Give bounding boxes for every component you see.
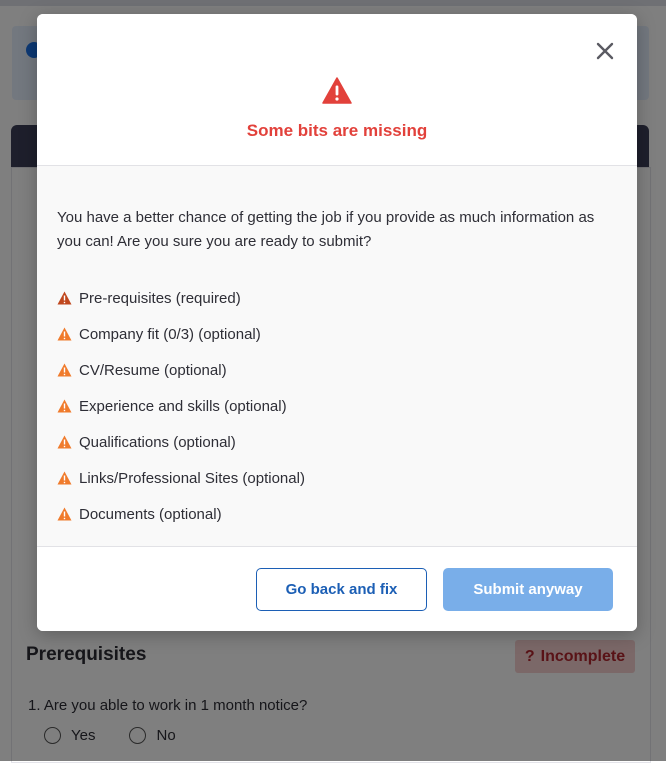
dialog-body: You have a better chance of getting the … <box>57 206 617 523</box>
missing-item: Documents (optional) <box>57 496 305 532</box>
warning-icon <box>57 435 72 449</box>
missing-info-dialog: Some bits are missing You have a better … <box>37 14 637 631</box>
missing-item: CV/Resume (optional) <box>57 352 305 388</box>
missing-item-label: Experience and skills (optional) <box>79 397 287 415</box>
close-icon[interactable] <box>593 39 617 63</box>
warning-icon <box>57 327 72 341</box>
submit-anyway-button[interactable]: Submit anyway <box>443 568 613 611</box>
missing-item: Experience and skills (optional) <box>57 388 305 424</box>
missing-item-label: Company fit (0/3) (optional) <box>79 325 261 343</box>
warning-icon <box>57 399 72 413</box>
missing-item-label: Qualifications (optional) <box>79 433 236 451</box>
missing-item: Links/Professional Sites (optional) <box>57 460 305 496</box>
missing-item: Pre-requisites (required) <box>57 280 305 316</box>
warning-icon <box>57 291 72 305</box>
missing-item-label: Documents (optional) <box>79 505 222 523</box>
dialog-intro-text: You have a better chance of getting the … <box>57 209 595 250</box>
dialog-title: Some bits are missing <box>246 121 428 140</box>
warning-icon <box>57 507 72 521</box>
missing-item-label: Links/Professional Sites (optional) <box>79 469 305 487</box>
missing-item-label: CV/Resume (optional) <box>79 361 227 379</box>
missing-item-label: Pre-requisites (required) <box>79 289 241 307</box>
warning-icon <box>57 363 72 377</box>
dialog-header: Some bits are missing <box>37 14 637 166</box>
warning-icon <box>57 471 72 485</box>
go-back-button[interactable]: Go back and fix <box>256 568 427 611</box>
missing-item: Qualifications (optional) <box>57 424 305 460</box>
missing-item: Company fit (0/3) (optional) <box>57 316 305 352</box>
missing-items-list: Pre-requisites (required) Company fit (0… <box>57 280 305 532</box>
dialog-footer: Go back and fix Submit anyway <box>37 546 637 631</box>
warning-triangle-icon <box>322 77 352 104</box>
